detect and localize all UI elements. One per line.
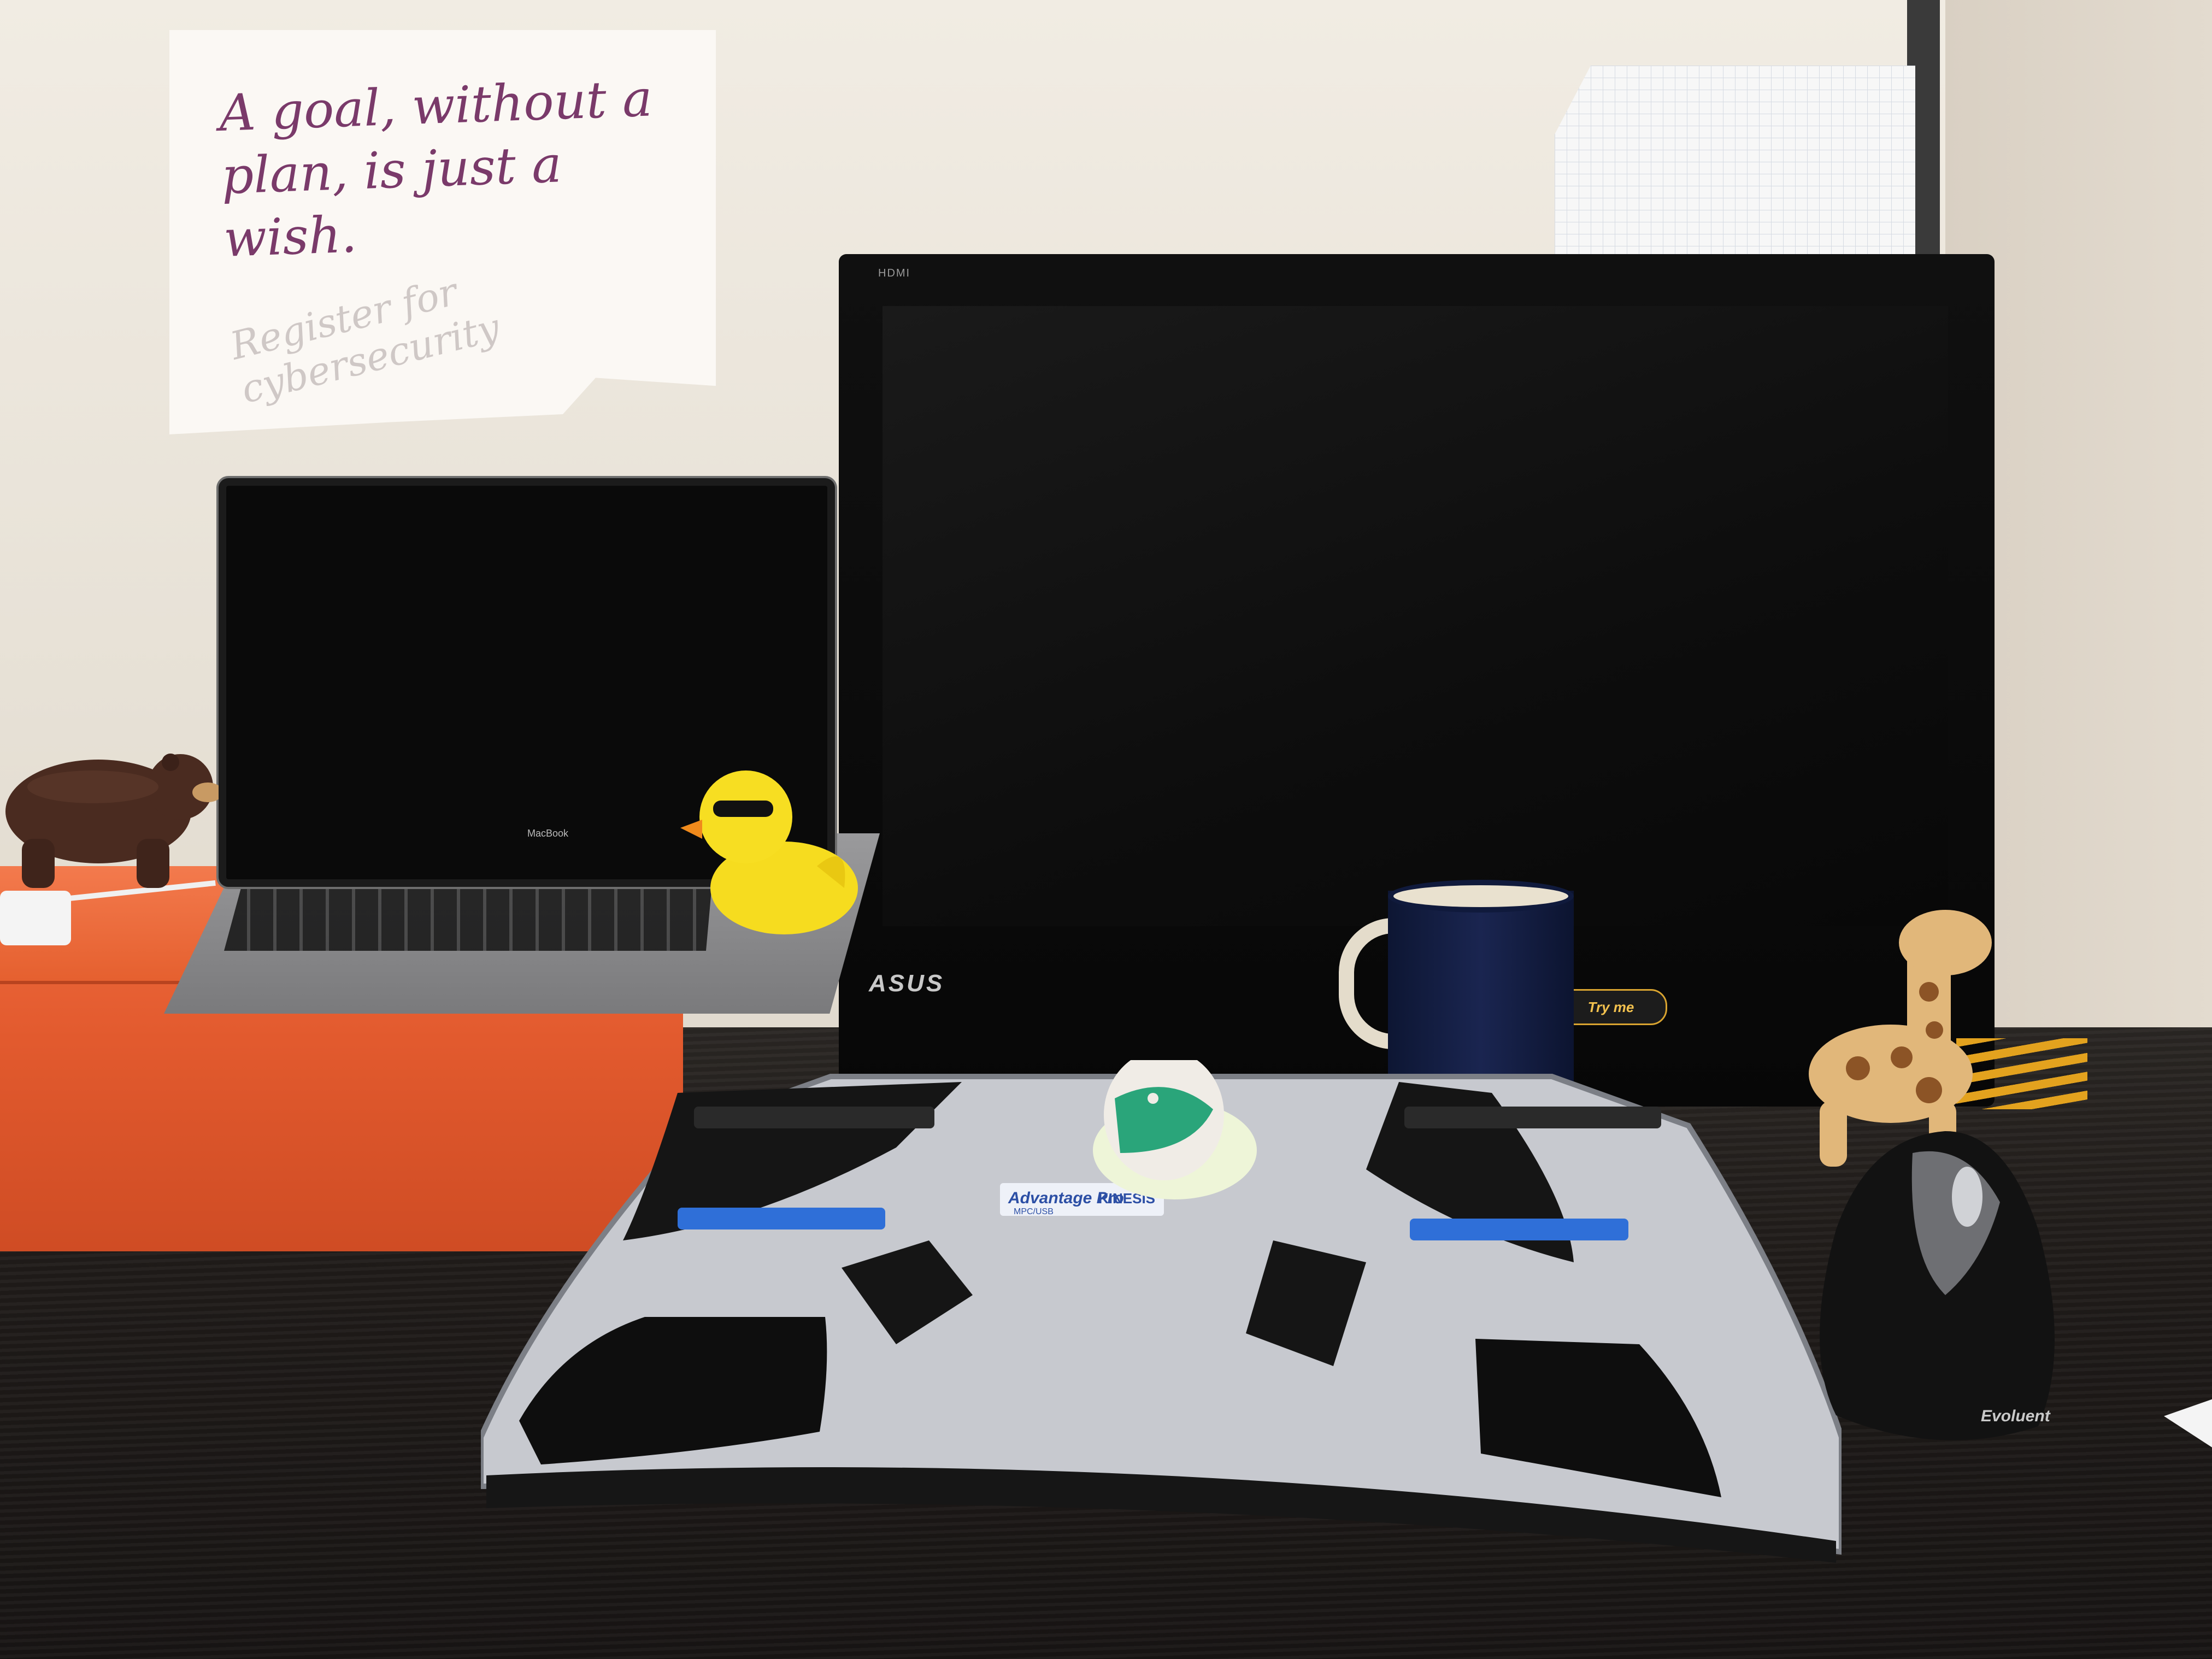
desk-scene: A goal, without a plan, is just a wish. … — [0, 0, 2212, 1659]
vertical-mouse-icon — [1820, 1131, 2055, 1440]
mug-rim — [1388, 880, 1574, 913]
rubber-duck-icon — [680, 770, 858, 934]
graph-paper-note — [1555, 66, 1915, 262]
kinesis-keyboard: Advantage Pro KINESIS MPC/USB — [481, 1060, 1842, 1563]
home-row-left — [678, 1208, 885, 1229]
monitor-screen — [883, 306, 1948, 926]
function-row-right — [1404, 1107, 1661, 1128]
usb-adapter — [0, 891, 71, 945]
monitor-brand-logo: ASUS — [869, 970, 945, 997]
keyboard-submodel-label: MPC/USB — [1014, 1207, 1054, 1216]
handwritten-note: A goal, without a plan, is just a wish. … — [169, 30, 716, 434]
toy-bear-icon — [5, 754, 219, 888]
home-row-right — [1410, 1219, 1628, 1240]
monitor-port-label: HDMI — [878, 267, 911, 279]
function-row-left — [694, 1107, 934, 1128]
laptop-label: MacBook — [527, 828, 569, 839]
mouse-brand-logo: Evoluent — [1981, 1407, 2050, 1425]
